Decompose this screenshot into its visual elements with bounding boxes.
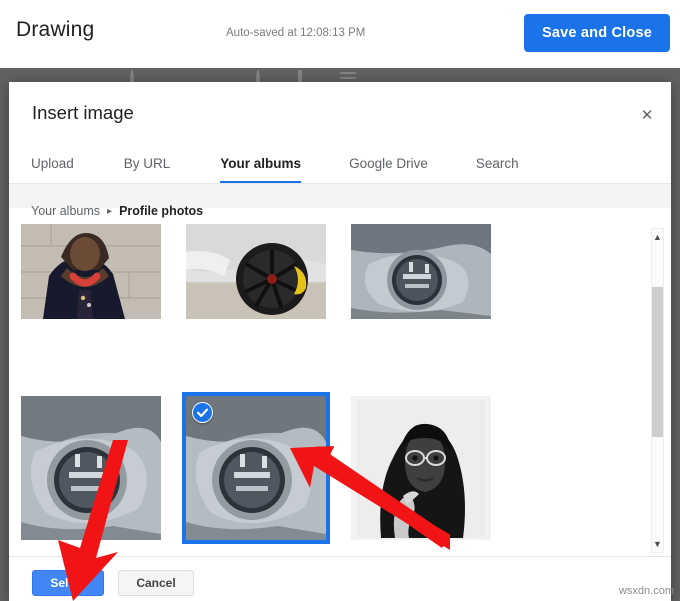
thumb-headlight-selected[interactable] [182, 392, 330, 544]
tab-google-drive[interactable]: Google Drive [349, 142, 428, 184]
dialog-title: Insert image [32, 102, 134, 123]
tab-upload[interactable]: Upload [31, 142, 74, 184]
breadcrumb-root[interactable]: Your albums [31, 204, 100, 218]
photo-car-wheel [186, 224, 326, 319]
grid-cell [351, 224, 516, 374]
chevron-up-icon[interactable]: ▲ [652, 230, 663, 244]
autosave-status: Auto-saved at 12:08:13 PM [226, 27, 366, 39]
chevron-down-icon[interactable]: ▼ [652, 537, 663, 551]
photo-headlight [21, 396, 161, 540]
thumb-portrait-necklace[interactable] [21, 224, 161, 319]
select-button[interactable]: Select [32, 570, 104, 596]
album-photo-grid [21, 224, 516, 556]
page-title: Drawing [16, 18, 95, 41]
album-photo-grid-scroll-area[interactable] [9, 222, 654, 556]
chevron-right-icon: ▸ [107, 205, 113, 217]
insert-image-dialog: Insert image ✕ Upload By URL Your albums… [9, 82, 671, 601]
photo-headlight [351, 224, 491, 319]
grid-cell [21, 224, 186, 374]
breadcrumb-current: Profile photos [119, 204, 204, 218]
check-circle-icon [192, 402, 213, 423]
grid-cell [182, 392, 351, 546]
photo-portrait-bw [351, 396, 491, 540]
scrollbar-thumb[interactable] [652, 287, 663, 437]
dialog-tabs: Upload By URL Your albums Google Drive S… [9, 142, 671, 184]
grid-cell [351, 396, 516, 546]
photo-portrait-color [21, 224, 161, 319]
save-and-close-button[interactable]: Save and Close [524, 14, 670, 52]
tab-your-albums[interactable]: Your albums [220, 142, 301, 184]
grid-scrollbar[interactable]: ▲ ▼ [651, 228, 664, 553]
thumb-headlight-a[interactable] [351, 224, 491, 319]
thumb-portrait-bw[interactable] [351, 396, 491, 540]
screen: Drawing Auto-saved at 12:08:13 PM Save a… [0, 0, 680, 601]
dialog-footer: Select Cancel [9, 557, 671, 601]
tab-search[interactable]: Search [476, 142, 519, 184]
close-icon[interactable]: ✕ [633, 102, 661, 128]
tab-by-url[interactable]: By URL [124, 142, 171, 184]
breadcrumb: Your albums ▸ Profile photos [31, 204, 203, 218]
grid-cell [21, 396, 186, 546]
cancel-button[interactable]: Cancel [118, 570, 194, 596]
thumb-headlight-b[interactable] [21, 396, 161, 540]
grid-cell [186, 224, 351, 374]
watermark: wsxdn.com [618, 585, 674, 597]
thumb-car-wheel[interactable] [186, 224, 326, 319]
drawing-app-header: Drawing Auto-saved at 12:08:13 PM Save a… [0, 0, 680, 68]
